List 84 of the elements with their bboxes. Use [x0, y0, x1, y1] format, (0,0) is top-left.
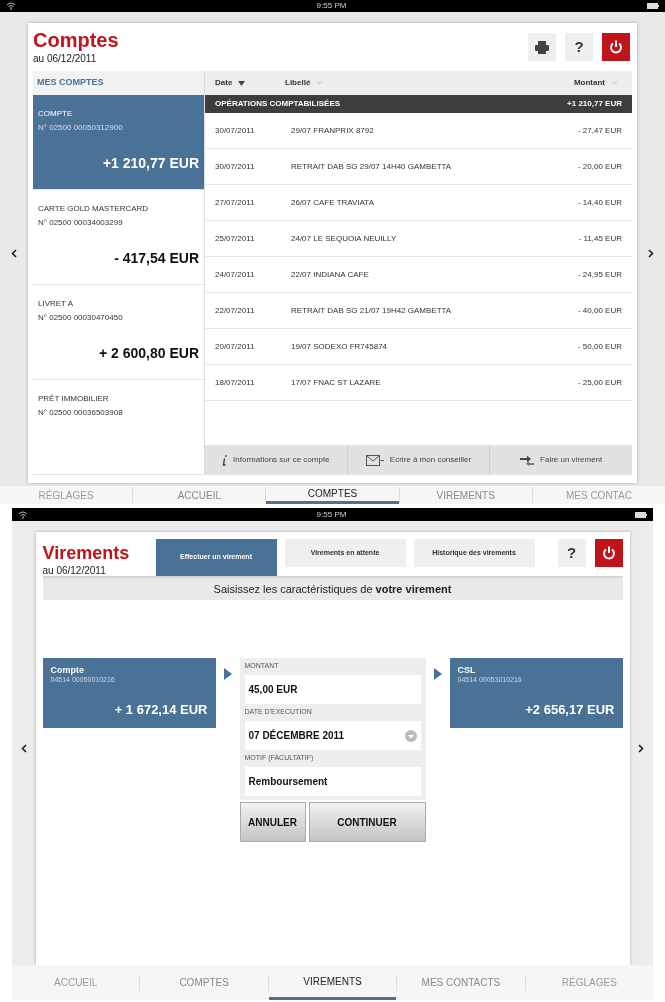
help-button[interactable]: ? — [565, 33, 593, 61]
section-total: +1 210,77 EUR — [567, 98, 622, 110]
dropdown-icon — [404, 729, 417, 742]
action-button[interactable]: Informations sur ce compte — [205, 445, 347, 475]
battery-icon — [635, 511, 647, 518]
table-cell: - 11,45 EUR — [578, 232, 622, 245]
table-cell-text: RETRAIT DAB SG 29/07 14H40 GAMBETTA — [291, 160, 453, 173]
section-title: OPÉRATIONS COMPTABILISÉES — [215, 98, 341, 110]
table-cell-text: 20/07/2011 — [215, 340, 256, 353]
table-cell: - 40,00 EUR — [577, 304, 622, 317]
table-cell-text: 30/07/2011 — [215, 124, 256, 137]
power-button[interactable] — [594, 539, 623, 567]
chevron-left-icon — [11, 248, 17, 258]
account-balance: + 2 600,80 EUR — [98, 344, 199, 363]
action-button[interactable]: Ecrire à mon conseiller — [346, 445, 490, 475]
account-name: CARTE GOLD MASTERCARD — [38, 203, 150, 215]
power-icon — [601, 546, 616, 560]
account-number: N° 02500 00034003299 — [38, 217, 124, 229]
triangle-arrow-icon — [433, 668, 442, 680]
action-button[interactable]: Faire un virement — [489, 445, 632, 475]
table-cell-text: 27/07/2011 — [215, 196, 256, 209]
account-item[interactable]: COMPTE N° 02500 00050312900 +1 210,77 EUR — [33, 95, 204, 190]
help-button[interactable]: ? — [557, 539, 586, 567]
cancel-button[interactable]: ANNULER — [239, 802, 306, 842]
triangle-arrow-icon — [223, 668, 232, 680]
table-cell: - 14,40 EUR — [577, 196, 622, 209]
account-name: CSL — [457, 665, 477, 675]
page-title: Virements — [42, 543, 131, 563]
page-date: au 06/12/2011 — [33, 51, 98, 66]
transfer-arrows-icon — [520, 454, 535, 466]
page-title: Comptes — [33, 28, 119, 51]
table-cell: - 50,00 EUR — [577, 340, 622, 353]
input-field[interactable]: 45,00 EUR — [244, 675, 421, 704]
wifi-icon — [18, 510, 28, 519]
account-number: N° 02500 00030470450 — [38, 312, 124, 324]
envelope-icon — [365, 454, 384, 466]
input-field[interactable]: Remboursement — [244, 767, 421, 796]
info-icon — [222, 454, 228, 466]
sidebar-heading: MES COMPTES — [37, 76, 104, 90]
account-name: Compte — [50, 665, 85, 675]
table-cell-text: 22/07 INDIANA CAFE — [291, 268, 370, 281]
table-cell-text: 24/07/2011 — [215, 268, 256, 281]
nav-tab[interactable]: COMPTES — [266, 486, 399, 504]
table-cell: - 25,00 EUR — [577, 376, 622, 389]
account-name: PRÊT IMMOBILIER — [38, 393, 110, 405]
account-number: N° 02500 00036503908 — [38, 407, 124, 419]
account-balance: +2 656,17 EUR — [524, 700, 615, 719]
table-cell-text: 29/07 FRANPRIX 8792 — [291, 124, 375, 137]
account-name: LIVRET A — [38, 298, 74, 310]
wifi-icon — [6, 2, 16, 10]
table-cell-text: RETRAIT DAB SG 21/07 19H42 GAMBETTA — [291, 304, 453, 317]
table-cell-text: 25/07/2011 — [215, 232, 256, 245]
continue-button[interactable]: CONTINUER — [308, 802, 426, 842]
account-balance: + 1 672,14 EUR — [113, 700, 208, 719]
account-name: COMPTE — [38, 108, 74, 120]
status-time: 9:55 PM — [316, 508, 347, 521]
table-cell: - 27,47 EUR — [577, 124, 622, 137]
table-cell-text: 18/07/2011 — [215, 376, 256, 389]
account-balance: - 417,54 EUR — [113, 249, 199, 268]
account-balance: +1 210,77 EUR — [101, 154, 199, 173]
nav-tab[interactable]: VIREMENTS — [268, 965, 397, 1000]
table-cell-text: 19/07 SODEXO FR745874 — [291, 340, 389, 353]
date-picker[interactable]: 07 DÉCEMBRE 2011 — [244, 721, 421, 750]
chevron-left-icon — [20, 744, 27, 753]
table-cell-text: 24/07 LE SEQUOIA NEUILLY — [291, 232, 398, 245]
status-time: 9:55 PM — [316, 0, 347, 12]
table-cell-text: 26/07 CAFE TRAVIATA — [291, 196, 375, 209]
chevron-right-icon — [648, 248, 654, 258]
table-cell-text: 30/07/2011 — [215, 160, 256, 173]
battery-icon — [647, 3, 659, 9]
print-button[interactable] — [528, 33, 556, 61]
power-icon — [609, 40, 623, 54]
page-date: au 06/12/2011 — [42, 564, 107, 578]
column-header[interactable]: Montant — [573, 77, 605, 89]
chevron-right-icon — [638, 744, 645, 753]
column-header[interactable]: Libellé — [285, 77, 311, 89]
account-number: N° 02500 00050312900 — [38, 122, 124, 134]
table-cell-text: 22/07/2011 — [215, 304, 256, 317]
table-cell: - 20,00 EUR — [577, 160, 622, 173]
table-cell: - 24,95 EUR — [577, 268, 622, 281]
column-header[interactable]: Date — [215, 77, 233, 89]
power-button[interactable] — [602, 33, 630, 61]
table-cell-text: 17/07 FNAC ST LAZARE — [291, 376, 382, 389]
instruction-banner: Saisissez les caractéristiques de votre virement — [42, 576, 623, 600]
